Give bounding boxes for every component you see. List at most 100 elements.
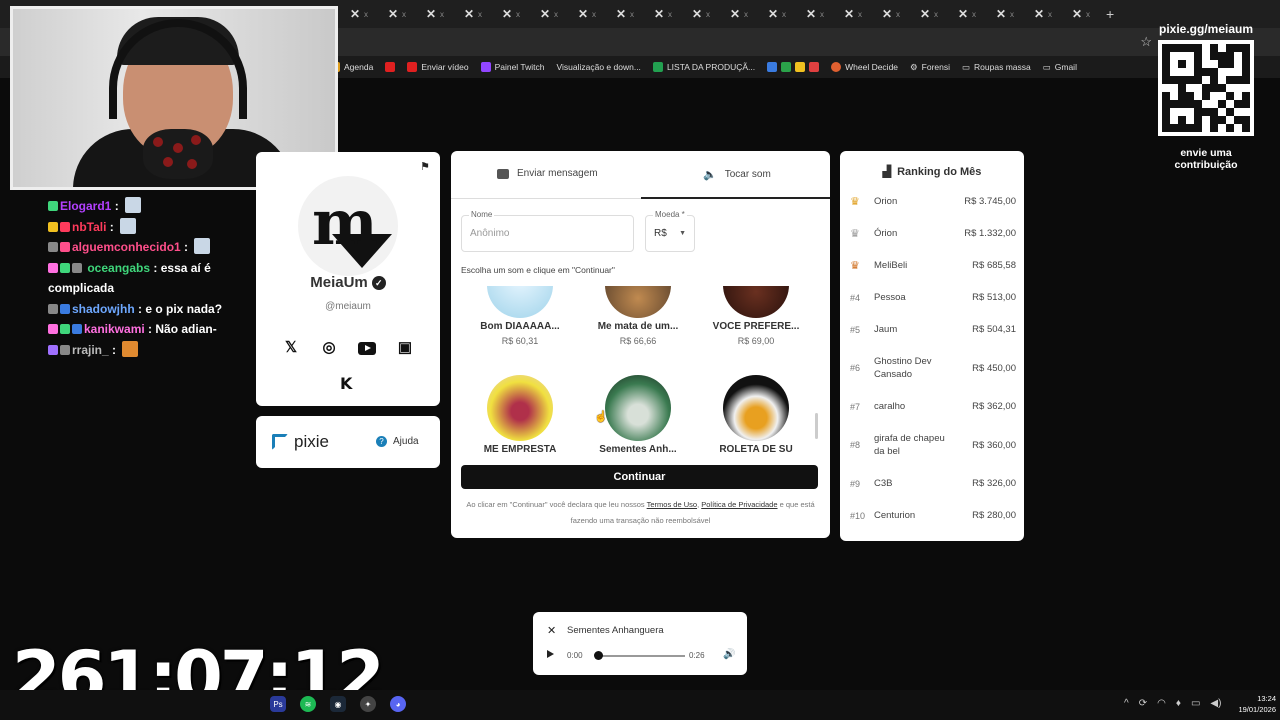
mouse-cursor-icon: ☝ xyxy=(594,411,608,423)
discord-icon[interactable]: ◕ xyxy=(390,696,406,712)
help-link[interactable]: ? Ajuda xyxy=(376,436,419,447)
badge-icon xyxy=(48,262,58,273)
bookmark-item[interactable]: Enviar vídeo xyxy=(407,62,469,72)
twitch-icon[interactable]: ▣ xyxy=(396,338,414,356)
tab[interactable]: ✕ x xyxy=(530,0,568,28)
spotify-icon[interactable]: ≋ xyxy=(300,696,316,712)
tab[interactable]: ✕ x xyxy=(796,0,834,28)
tab[interactable]: ✕ x xyxy=(644,0,682,28)
qr-module xyxy=(1162,76,1170,84)
bookmark-star-icon[interactable]: ☆ xyxy=(1140,34,1152,50)
ranking-row: #7 caralho R$ 362,00 xyxy=(850,401,1016,412)
progress-track[interactable] xyxy=(597,655,685,657)
sound-card[interactable]: Bom DIAAAAA... R$ 60,31 xyxy=(461,286,579,346)
qr-module xyxy=(1226,124,1234,132)
badge-icon xyxy=(60,303,70,314)
pixie-logo[interactable]: pixie xyxy=(272,432,329,452)
qr-module xyxy=(1218,84,1226,92)
qr-module xyxy=(1186,108,1194,116)
emote-icon xyxy=(125,197,142,213)
sound-list-scrollbar[interactable] xyxy=(815,413,818,439)
app-icon[interactable]: ✦ xyxy=(360,696,376,712)
progress-knob[interactable] xyxy=(594,651,603,660)
network-icon[interactable]: ▭ xyxy=(1191,698,1200,709)
qr-module xyxy=(1162,84,1170,92)
tab[interactable]: ✕ x xyxy=(454,0,492,28)
tab[interactable]: ✕ x xyxy=(492,0,530,28)
sound-card[interactable]: Me mata de um... R$ 66,66 xyxy=(579,286,697,346)
name-field[interactable]: Anônimo xyxy=(461,215,634,252)
tab[interactable]: ✕ x xyxy=(986,0,1024,28)
chat-message: shadowjhh : e o pix nada? xyxy=(48,299,258,320)
tab[interactable]: ✕ x xyxy=(682,0,720,28)
bookmark-item[interactable]: Wheel Decide xyxy=(831,62,898,72)
bookmark-item[interactable]: LISTA DA PRODUÇÃ... xyxy=(652,62,755,72)
qr-module xyxy=(1234,44,1242,52)
qr-module xyxy=(1202,52,1210,60)
volume-icon[interactable]: 🔊 xyxy=(723,649,735,660)
volume-icon[interactable]: ◀) xyxy=(1210,698,1221,709)
bookmark-item[interactable] xyxy=(385,62,396,72)
qr-module xyxy=(1202,92,1210,100)
kick-icon[interactable]: K xyxy=(340,374,352,393)
tab[interactable]: ✕ x xyxy=(1062,0,1100,28)
qr-module xyxy=(1218,68,1226,76)
currency-select[interactable]: R$ ▼ xyxy=(645,215,695,252)
tab[interactable]: ✕ x xyxy=(340,0,378,28)
tab[interactable]: ✕ x xyxy=(606,0,644,28)
tab[interactable]: ✕ x xyxy=(910,0,948,28)
sound-card[interactable]: ME EMPRESTA xyxy=(461,375,579,456)
bookmark-item[interactable]: Painel Twitch xyxy=(480,62,545,72)
bookmark-item[interactable]: Visualização e down... xyxy=(557,62,641,72)
qr-module xyxy=(1178,84,1186,92)
sound-thumbnail xyxy=(487,375,553,441)
youtube-icon[interactable] xyxy=(358,338,376,356)
tab[interactable]: ✕ x xyxy=(872,0,910,28)
sound-thumbnail xyxy=(723,286,789,318)
x-twitter-icon[interactable]: 𝕏 xyxy=(282,338,300,356)
privacy-link[interactable]: Política de Privacidade xyxy=(701,500,777,509)
tab[interactable]: ✕ x xyxy=(758,0,796,28)
bookmark-item[interactable]: ▭ Gmail xyxy=(1043,62,1077,73)
tab[interactable]: ✕ x xyxy=(378,0,416,28)
instagram-icon[interactable]: ◎ xyxy=(320,338,338,356)
qr-module xyxy=(1226,60,1234,68)
qr-module xyxy=(1218,116,1226,124)
bookmark-item[interactable]: ▭ Roupas massa xyxy=(962,62,1031,73)
terms-link[interactable]: Termos de Uso xyxy=(647,500,697,509)
tab[interactable]: ✕ x xyxy=(720,0,758,28)
wifi-icon[interactable]: ◠ xyxy=(1157,698,1166,709)
sound-card[interactable]: VOCE PREFERE... R$ 69,00 xyxy=(697,286,815,346)
qr-module xyxy=(1226,68,1234,76)
chat-username: oceangabs xyxy=(87,260,151,275)
tab-send-message[interactable]: Enviar mensagem xyxy=(497,168,598,179)
play-icon[interactable] xyxy=(547,650,554,658)
tab-play-sound[interactable]: 🔈 Tocar som xyxy=(703,168,771,181)
photoshop-icon[interactable]: Ps xyxy=(270,696,286,712)
qr-module xyxy=(1226,84,1234,92)
tab[interactable]: ✕ x xyxy=(834,0,872,28)
chevron-up-icon[interactable]: ^ xyxy=(1124,698,1129,709)
qr-module xyxy=(1218,76,1226,84)
close-icon[interactable]: ✕ xyxy=(547,624,556,637)
report-flag-icon[interactable]: ⚑ xyxy=(420,160,430,173)
mic-icon[interactable]: ♦ xyxy=(1176,698,1181,709)
tab[interactable]: ✕ x xyxy=(568,0,606,28)
verified-icon: ✓ xyxy=(371,276,386,290)
sync-icon[interactable]: ⟳ xyxy=(1139,698,1147,709)
qr-module xyxy=(1178,76,1186,84)
tab[interactable]: ✕ x xyxy=(1024,0,1062,28)
profile-card: ⚑ m MeiaUm ✓ @meiaum 𝕏 ◎ ▣ K xyxy=(256,152,440,406)
steam-icon[interactable]: ◉ xyxy=(330,696,346,712)
continue-button[interactable]: Continuar xyxy=(461,465,818,489)
tab[interactable]: ✕ x xyxy=(416,0,454,28)
qr-module xyxy=(1218,52,1226,60)
qr-module xyxy=(1194,124,1202,132)
bookmark-item[interactable] xyxy=(767,62,820,72)
qr-module xyxy=(1234,84,1242,92)
sound-card[interactable]: ROLETA DE SU xyxy=(697,375,815,456)
chat-username: nbTali xyxy=(72,219,107,234)
tab[interactable]: ✕ x xyxy=(948,0,986,28)
new-tab-icon[interactable]: + xyxy=(1106,6,1114,22)
bookmark-item[interactable]: ⚙ Forensi xyxy=(910,62,950,73)
